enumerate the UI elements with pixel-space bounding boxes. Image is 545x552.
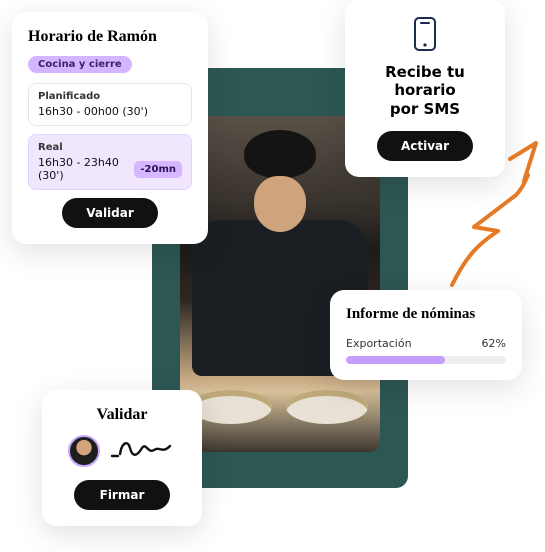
phone-icon <box>412 16 438 56</box>
sign-card: Validar Firmar <box>42 390 202 526</box>
sign-button[interactable]: Firmar <box>74 480 170 510</box>
planned-value: 16h30 - 00h00 (30') <box>38 105 182 118</box>
validate-button[interactable]: Validar <box>62 198 158 228</box>
planned-label: Planificado <box>38 91 182 102</box>
growth-arrow-icon <box>440 135 540 295</box>
export-progressbar <box>346 356 506 364</box>
real-value: 16h30 - 23h40 (30') <box>38 156 126 182</box>
signature-icon <box>110 434 176 468</box>
sign-title: Validar <box>58 406 186 424</box>
planned-box: Planificado 16h30 - 00h00 (30') <box>28 83 192 126</box>
export-label: Exportación <box>346 337 412 350</box>
sms-title: Recibe tu horario por SMS <box>361 64 489 119</box>
real-delta: -20mn <box>134 161 182 178</box>
real-label: Real <box>38 142 182 153</box>
avatar <box>68 435 100 467</box>
payroll-card: Informe de nóminas Exportación 62% <box>330 290 522 380</box>
schedule-title: Horario de Ramón <box>28 28 192 46</box>
export-progressbar-fill <box>346 356 445 364</box>
export-percent: 62% <box>482 337 506 350</box>
sms-title-l2: por SMS <box>390 100 460 118</box>
sms-title-l1: Recibe tu horario <box>385 63 465 99</box>
real-box: Real 16h30 - 23h40 (30') -20mn <box>28 134 192 190</box>
schedule-card: Horario de Ramón Cocina y cierre Planifi… <box>12 12 208 244</box>
schedule-badge: Cocina y cierre <box>28 56 132 73</box>
payroll-title: Informe de nóminas <box>346 306 506 323</box>
